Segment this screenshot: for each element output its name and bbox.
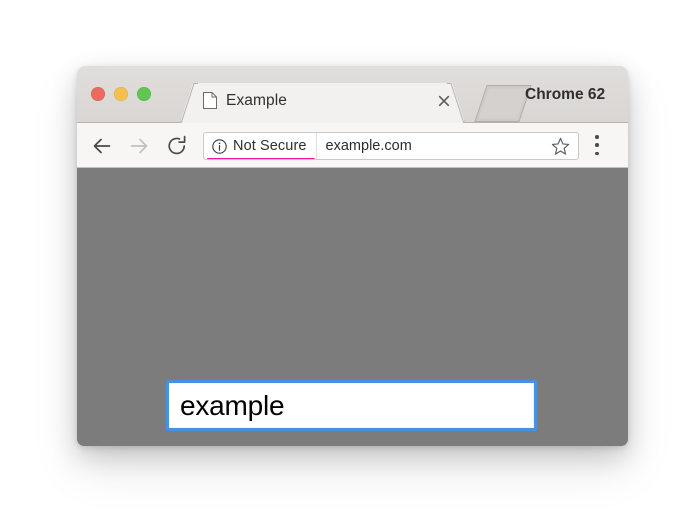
minimize-window-button[interactable] [114, 87, 128, 101]
text-input-value: example [180, 389, 285, 421]
tab-left-edge-icon [180, 80, 198, 124]
info-circle-icon [212, 138, 227, 154]
star-outline-icon[interactable] [551, 137, 570, 156]
page-viewport: example [77, 168, 628, 446]
back-arrow-icon[interactable] [90, 134, 114, 158]
browser-window: Example Chrome 62 Not Secure example.com… [77, 66, 628, 446]
forward-arrow-icon [127, 134, 151, 158]
menu-dot [595, 143, 599, 147]
maximize-window-button[interactable] [137, 87, 151, 101]
chrome-version-label: Chrome 62 [525, 86, 606, 103]
address-bar[interactable]: Not Secure example.com [203, 132, 579, 160]
tab-example-outline [180, 80, 465, 124]
tab-title: Example [226, 92, 288, 109]
url-text[interactable]: example.com [317, 138, 551, 154]
text-input[interactable]: example [169, 383, 534, 428]
close-tab-button[interactable] [436, 93, 452, 109]
menu-dot [595, 135, 599, 139]
security-underline [207, 158, 315, 159]
page-document-icon [203, 92, 217, 109]
close-window-button[interactable] [91, 87, 105, 101]
background-tab[interactable] [474, 83, 532, 123]
menu-dot [595, 151, 599, 155]
reload-icon[interactable] [165, 134, 189, 158]
text-input-focus-ring: example [166, 380, 537, 431]
browser-toolbar: Not Secure example.com [77, 123, 628, 168]
security-status-text: Not Secure [233, 138, 307, 154]
security-status-chip[interactable]: Not Secure [204, 133, 316, 159]
window-controls [91, 87, 151, 101]
tab-strip: Example Chrome 62 [77, 66, 628, 124]
three-dot-menu-icon[interactable] [595, 135, 599, 155]
